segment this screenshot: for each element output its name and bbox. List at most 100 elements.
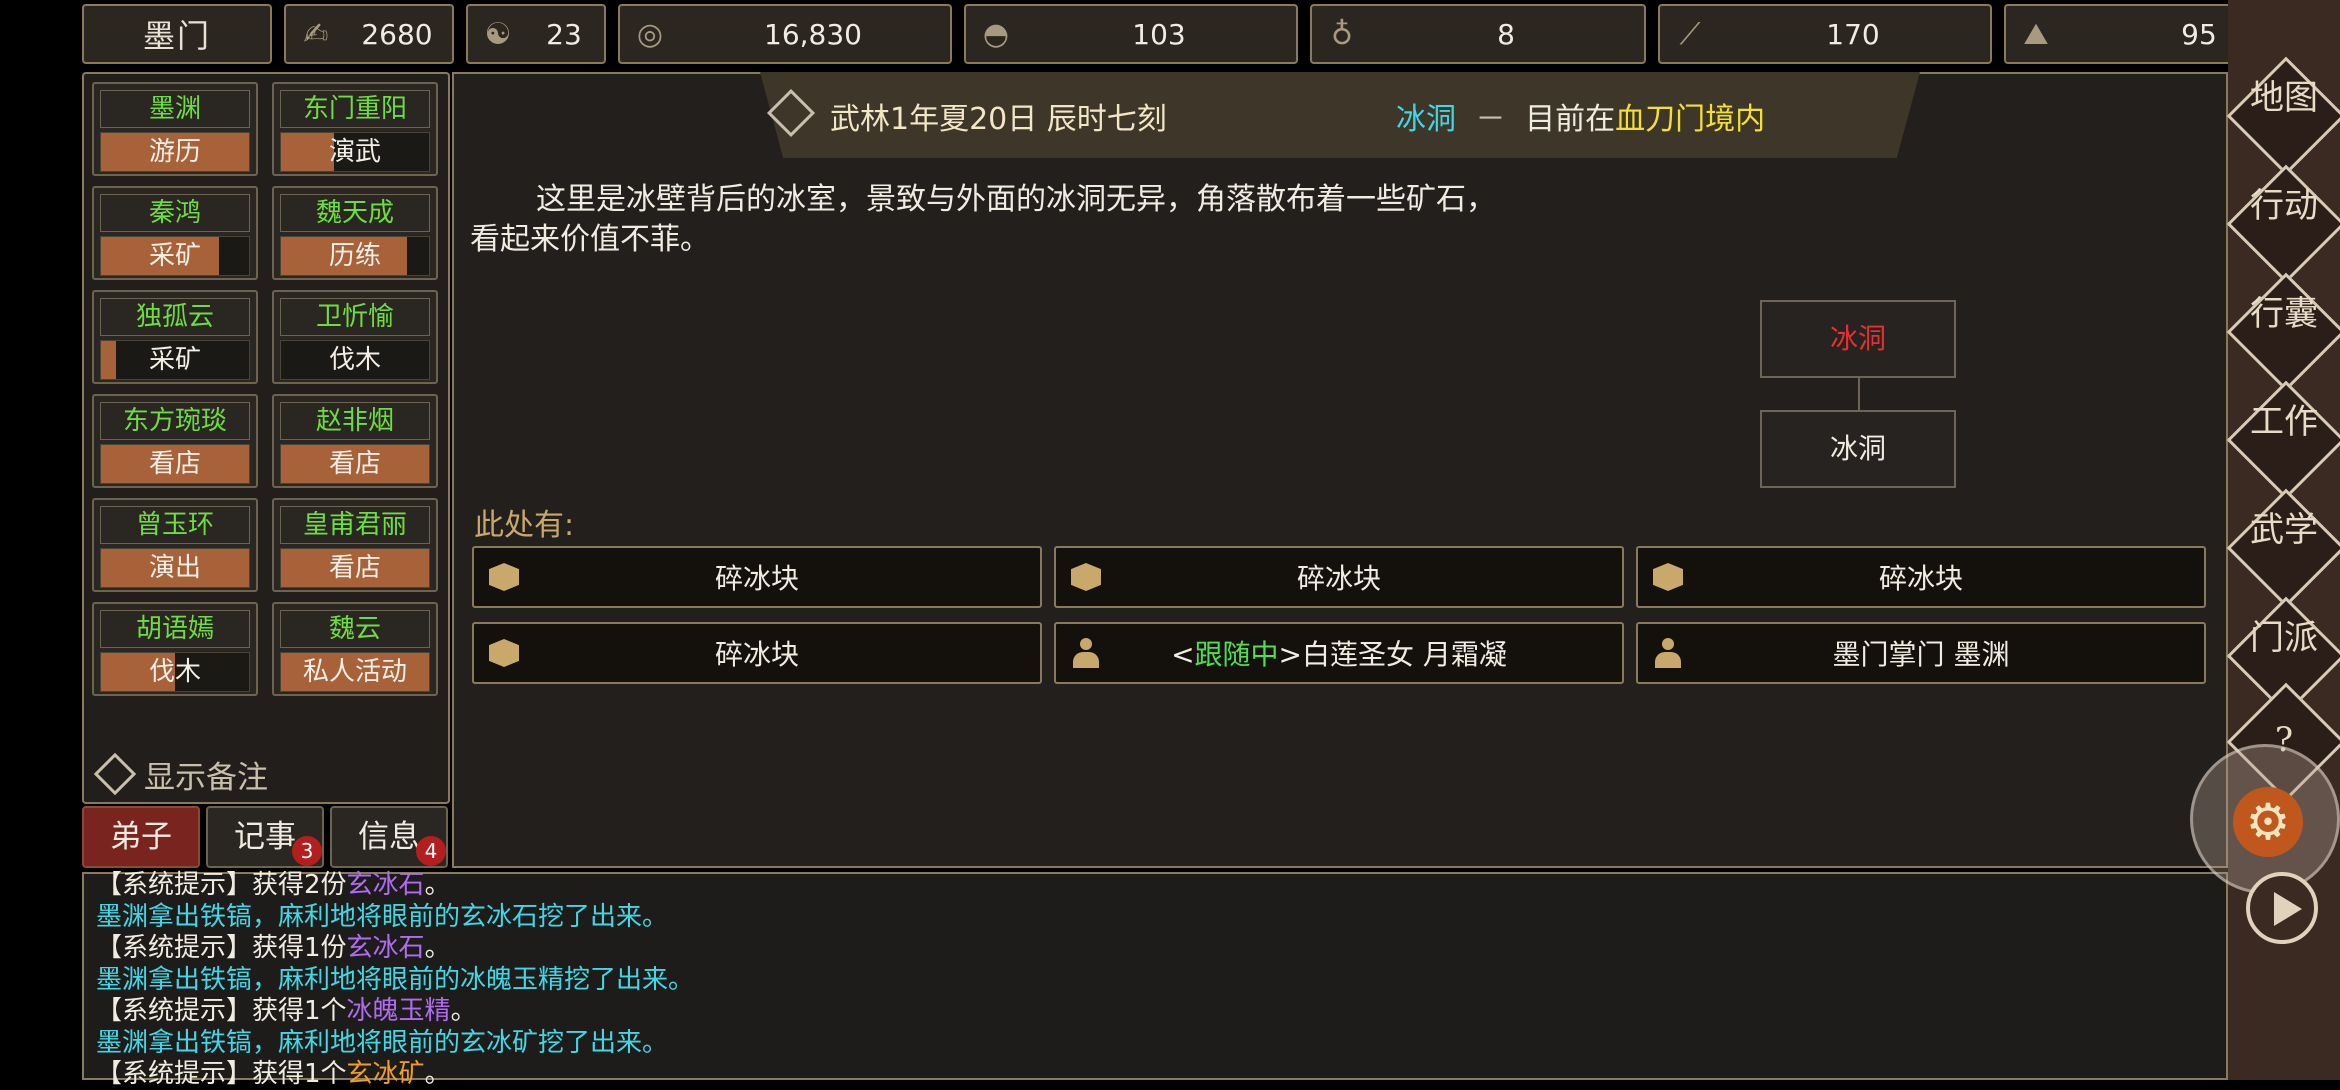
activity-progress-bar: [281, 133, 335, 171]
here-label: 此处有:: [474, 508, 575, 543]
side-label-bag: 行囊: [2250, 294, 2318, 334]
location-status: 冰洞 － 目前在血刀门境内: [1396, 94, 1765, 138]
activity-label: 看店: [328, 553, 381, 583]
wood-value: 170: [1826, 17, 1880, 51]
gourd-icon: ♁: [1331, 16, 1353, 52]
disciple-card[interactable]: 赵非烟 看店: [272, 394, 438, 488]
item-label: 碎冰块: [714, 562, 799, 595]
disciple-card[interactable]: 秦鸿 采矿: [92, 186, 258, 280]
disciple-activity: 伐木: [280, 340, 430, 380]
ore-icon: ⛰: [2023, 16, 2049, 52]
disciple-card[interactable]: 胡语嫣 伐木: [92, 602, 258, 696]
log-text: 。: [424, 1059, 451, 1089]
disciple-name: 曾玉环: [100, 506, 250, 544]
box-icon: [484, 639, 524, 667]
disciple-card[interactable]: 皇甫君丽 看店: [272, 498, 438, 592]
activity-label: 看店: [148, 449, 201, 479]
disciple-activity: 伐木: [100, 652, 250, 692]
disciple-name: 卫忻愉: [280, 298, 430, 336]
box-icon: [1066, 563, 1106, 591]
location-name: 冰洞: [1396, 102, 1456, 137]
disciple-name: 魏云: [280, 610, 430, 648]
disciple-activity: 看店: [280, 548, 430, 588]
item-ice-chunk[interactable]: 碎冰块: [472, 622, 1042, 684]
yin-yang-icon: ☯: [484, 16, 512, 52]
records-badge: 3: [292, 836, 322, 866]
disciple-activity: 看店: [280, 444, 430, 484]
tab-messages[interactable]: 信息 4: [330, 806, 448, 868]
sect-name: 墨门: [142, 17, 211, 55]
npc-sect-leader[interactable]: 墨门掌门 墨渊: [1636, 622, 2206, 684]
side-label-work: 工作: [2250, 402, 2318, 442]
activity-label: 伐木: [328, 345, 381, 375]
disciple-card[interactable]: 墨渊 游历: [92, 82, 258, 176]
disciple-name: 墨渊: [100, 90, 250, 128]
activity-label: 历练: [328, 241, 381, 271]
settings-button[interactable]: ⚙: [2190, 744, 2340, 894]
map-connector: [1858, 378, 1860, 412]
disciple-name: 赵非烟: [280, 402, 430, 440]
activity-label: 演出: [148, 553, 201, 583]
disciple-name: 魏天成: [280, 194, 430, 232]
disciple-activity: 看店: [100, 444, 250, 484]
yin-yang-resource: ☯ 23: [466, 4, 606, 64]
disciple-card[interactable]: 东方琬琰 看店: [92, 394, 258, 488]
activity-label: 伐木: [148, 657, 201, 687]
disciple-card[interactable]: 魏云 私人活动: [272, 602, 438, 696]
show-notes-toggle[interactable]: 显示备注: [92, 750, 268, 798]
item-ice-chunk[interactable]: 碎冰块: [1054, 546, 1624, 608]
disciple-activity: 采矿: [100, 236, 250, 276]
tab-records-label: 记事: [234, 819, 296, 855]
side-label-martial-arts: 武学: [2250, 510, 2318, 550]
disciple-activity: 演武: [280, 132, 430, 172]
map-node-current[interactable]: 冰洞: [1760, 300, 1956, 378]
activity-label: 私人活动: [302, 657, 407, 687]
disciple-name: 东门重阳: [280, 90, 430, 128]
person-icon: [1066, 638, 1106, 668]
disciple-card[interactable]: 魏天成 历练: [272, 186, 438, 280]
side-label-map: 地图: [2250, 78, 2318, 118]
tab-messages-label: 信息: [358, 819, 420, 855]
tab-disciples-label: 弟子: [110, 819, 172, 855]
item-label: 碎冰块: [1878, 562, 1963, 595]
status-prefix: 目前在: [1525, 102, 1616, 137]
disciple-card[interactable]: 卫忻愉 伐木: [272, 290, 438, 384]
box-icon: [1648, 563, 1688, 591]
disciple-name: 胡语嫣: [100, 610, 250, 648]
item-label: 碎冰块: [1296, 562, 1381, 595]
activity-label: 采矿: [148, 345, 201, 375]
medicine-value: 8: [1497, 17, 1515, 51]
tab-disciples[interactable]: 弟子: [82, 806, 200, 868]
play-icon: [2274, 892, 2302, 926]
location-description: 这里是冰壁背后的冰室，景致与外面的冰洞无异，角落散布着一些矿石，看起来价值不菲。: [470, 182, 1496, 257]
item-ice-chunk[interactable]: 碎冰块: [472, 546, 1042, 608]
disciple-card[interactable]: 独孤云 采矿: [92, 290, 258, 384]
activity-label: 游历: [148, 137, 201, 167]
disciple-card[interactable]: 东门重阳 演武: [272, 82, 438, 176]
reputation-icon: ✍: [303, 16, 329, 52]
tab-records[interactable]: 记事 3: [206, 806, 324, 868]
reputation-value: 2680: [361, 17, 433, 51]
follow-tag: 跟随中: [1194, 638, 1279, 671]
map-node-connected[interactable]: 冰洞: [1760, 410, 1956, 488]
disciple-activity: 采矿: [100, 340, 250, 380]
activity-label: 看店: [328, 449, 381, 479]
item-ice-chunk[interactable]: 碎冰块: [1636, 546, 2206, 608]
box-icon: [484, 563, 524, 591]
food-resource: ◓ 103: [964, 4, 1298, 64]
disciple-card[interactable]: 曾玉环 演出: [92, 498, 258, 592]
disciple-activity: 游历: [100, 132, 250, 172]
territory-name: 血刀门境内: [1615, 102, 1766, 137]
play-button[interactable]: [2246, 872, 2318, 944]
money-resource: ◎ 16,830: [618, 4, 952, 64]
messages-badge: 4: [416, 836, 446, 866]
checkbox-diamond-icon[interactable]: [93, 752, 137, 796]
person-icon: [1648, 638, 1688, 668]
disciple-activity: 历练: [280, 236, 430, 276]
npc-follower[interactable]: <跟随中>白莲圣女 月霜凝: [1054, 622, 1624, 684]
log-text: 玄冰矿: [346, 1059, 425, 1089]
side-label-action: 行动: [2250, 186, 2318, 226]
log-text: 【系统提示】获得1个: [96, 1059, 347, 1089]
show-notes-label: 显示备注: [144, 759, 268, 796]
follow-tag-close: >: [1278, 638, 1303, 671]
